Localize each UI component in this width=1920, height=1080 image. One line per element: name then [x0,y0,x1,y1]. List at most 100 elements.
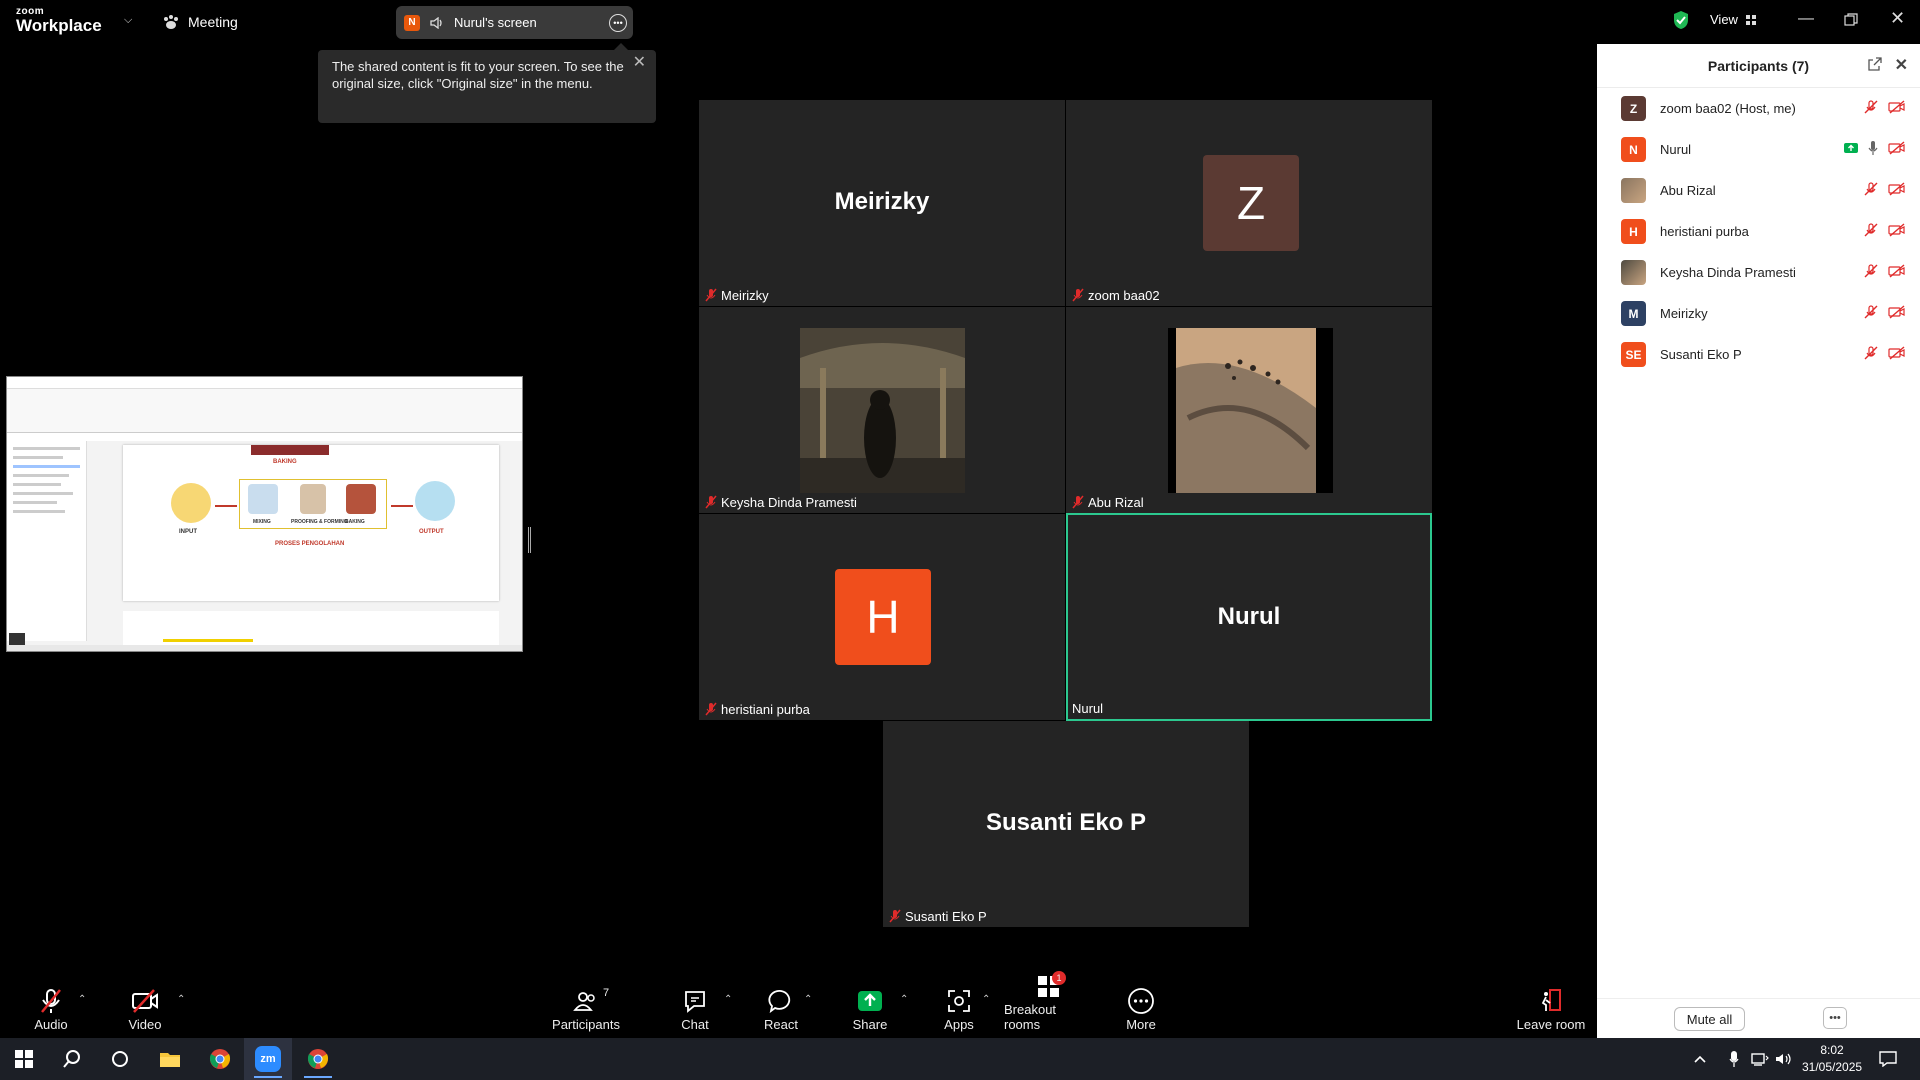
panel-footer: Mute all ••• [1597,998,1920,1038]
mic-muted-icon [705,702,717,716]
encryption-shield-icon[interactable] [1672,10,1690,30]
task-view-icon[interactable] [96,1038,144,1080]
speaker-icon [430,16,442,29]
participant-row[interactable]: M Meirizky [1597,293,1920,334]
view-label: View [1710,12,1738,27]
tile-name-tag: Nurul [1072,699,1103,717]
video-tile-abu-rizal[interactable]: Abu Rizal [1066,307,1432,513]
participant-row[interactable]: Keysha Dinda Pramesti [1597,252,1920,293]
mic-muted-icon[interactable] [1864,223,1878,237]
participant-row[interactable]: Zzoom baa02 (Host, me) [1597,88,1920,129]
zoom-taskbar-icon[interactable]: zm [244,1038,292,1080]
breakout-rooms-button[interactable]: 1 Breakout rooms [1004,971,1094,1038]
tile-name-tag: zoom baa02 [1072,286,1160,304]
leave-room-button[interactable]: Leave room [1516,980,1586,1038]
minimize-icon[interactable]: — [1798,10,1814,28]
video-off-icon[interactable] [1888,223,1906,237]
video-tile-zoom-baa02[interactable]: Z zoom baa02 [1066,100,1432,306]
close-window-icon[interactable]: ✕ [1890,8,1905,29]
shared-screen[interactable]: BAKING INPUT MIXING PROOFING & FORMING B… [6,376,523,652]
apps-label: Apps [944,1017,974,1032]
tile-name-tag: Keysha Dinda Pramesti [705,493,857,511]
input-label: INPUT [179,529,197,535]
chat-button[interactable]: Chat [674,980,716,1038]
video-button[interactable]: Video [120,980,170,1038]
profile-photo [800,328,965,493]
video-label: Video [128,1017,162,1032]
video-off-icon[interactable] [1888,305,1906,319]
participant-row[interactable]: Hheristiani purba [1597,211,1920,252]
avatar: H [835,569,931,665]
breakout-label: Breakout rooms [1004,1002,1057,1032]
more-options-icon[interactable]: ••• [1823,1007,1847,1029]
video-off-icon[interactable] [1888,264,1906,278]
mic-on-icon[interactable] [1868,141,1878,155]
clock-time: 8:02 [1820,1043,1844,1057]
mic-muted-icon[interactable] [1864,264,1878,278]
doc-navigation-pane [7,441,87,641]
video-options-caret[interactable]: ⌃ [177,994,185,1005]
notifications-icon[interactable] [1864,1038,1912,1080]
mic-muted-icon[interactable] [1864,305,1878,319]
video-off-icon[interactable] [1888,182,1906,196]
tile-name-tag: Abu Rizal [1072,493,1144,511]
volume-icon[interactable] [1772,1038,1796,1080]
participant-name: zoom baa02 [1088,287,1160,303]
more-button[interactable]: More [1122,980,1160,1038]
meeting-menu[interactable]: Meeting [162,10,238,34]
react-options-caret[interactable]: ⌃ [804,994,812,1005]
close-icon[interactable]: ✕ [633,54,646,71]
apps-button[interactable]: Apps [940,980,978,1038]
search-icon[interactable] [48,1038,96,1080]
pop-out-icon[interactable] [1868,57,1882,71]
video-off-icon[interactable] [1888,100,1906,114]
react-button[interactable]: React [760,980,802,1038]
participant-status-icons [1864,182,1906,196]
mic-muted-icon[interactable] [1864,346,1878,360]
mute-all-button[interactable]: Mute all [1674,1007,1745,1031]
chevron-down-icon[interactable]: ⌵ [124,14,132,27]
video-off-icon[interactable] [1888,141,1906,155]
participants-icon [573,992,595,1011]
video-tile-susanti[interactable]: Susanti Eko P Susanti Eko P [883,721,1249,927]
participant-row[interactable]: N Nurul [1597,129,1920,170]
chrome-profile-icon[interactable] [294,1038,342,1080]
mic-muted-icon [889,909,901,923]
participant-row[interactable]: Abu Rizal [1597,170,1920,211]
mic-muted-icon [705,288,717,302]
file-explorer-icon[interactable] [146,1038,194,1080]
resize-handle[interactable] [528,527,531,553]
chrome-icon[interactable] [196,1038,244,1080]
forming-label: PROOFING & FORMING [291,519,348,525]
windows-start-icon[interactable] [0,1038,48,1080]
mic-muted-icon[interactable] [1864,182,1878,196]
participant-avatar: SE [1621,342,1646,367]
system-clock[interactable]: 8:02 31/05/2025 [1802,1042,1862,1076]
tray-expand-icon[interactable] [1688,1038,1712,1080]
tile-name-tag: Meirizky [705,286,769,304]
video-off-icon[interactable] [1888,346,1906,360]
share-indicator[interactable]: N Nurul's screen ••• [396,6,633,39]
audio-button[interactable]: Audio [26,980,76,1038]
network-icon[interactable] [1748,1038,1772,1080]
video-tile-keysha[interactable]: Keysha Dinda Pramesti [699,307,1065,513]
participant-status-icons [1864,305,1906,319]
mic-muted-icon[interactable] [1864,100,1878,114]
close-icon[interactable]: ✕ [1895,55,1908,75]
grid-view-icon [1745,14,1756,25]
view-button[interactable]: View [1710,12,1756,27]
video-tile-nurul[interactable]: Nurul Nurul [1066,513,1432,721]
audio-options-caret[interactable]: ⌃ [78,994,86,1005]
more-options-icon[interactable]: ••• [609,14,627,32]
participants-button[interactable]: 7 Participants [550,980,622,1038]
restore-icon[interactable] [1844,13,1858,27]
microphone-tray-icon[interactable] [1722,1038,1746,1080]
chat-options-caret[interactable]: ⌃ [724,994,732,1005]
video-tile-meirizky[interactable]: Meirizky Meirizky [699,100,1065,306]
participant-name: Keysha Dinda Pramesti [721,494,857,510]
share-button[interactable]: Share [850,980,890,1038]
video-tile-heristiani[interactable]: H heristiani purba [699,514,1065,720]
share-options-caret[interactable]: ⌃ [900,994,908,1005]
participant-row[interactable]: SE Susanti Eko P [1597,334,1920,375]
apps-options-caret[interactable]: ⌃ [982,994,990,1005]
